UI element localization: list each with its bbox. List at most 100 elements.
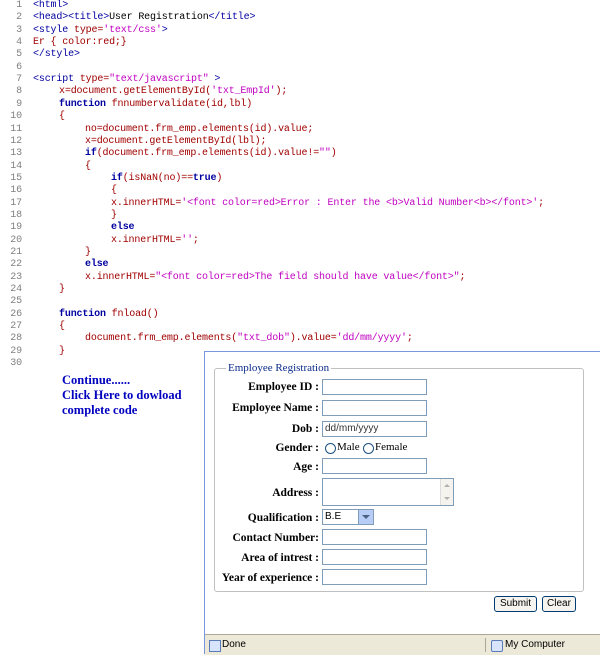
address-label: Address : bbox=[272, 487, 319, 499]
browser-window: Employee Registration Employee ID : Empl… bbox=[204, 351, 600, 655]
employee-id-input[interactable] bbox=[322, 379, 427, 395]
line-number: 27 bbox=[10, 321, 22, 333]
line-number: 4 bbox=[16, 37, 22, 49]
employee-name-label: Employee Name : bbox=[232, 402, 319, 414]
area-label: Area of intrest : bbox=[241, 552, 319, 564]
line-text: x.innerHTML=''; bbox=[111, 235, 199, 247]
area-input[interactable] bbox=[322, 549, 427, 565]
code-line: 5 </style> bbox=[0, 49, 600, 61]
code-token: "txt_dob" bbox=[237, 333, 290, 345]
code-line: 7 <script type="text/javascript" > bbox=[0, 74, 600, 86]
code-token: > bbox=[161, 24, 168, 36]
code-token: x=document.getElementById(lbl); bbox=[85, 135, 267, 147]
line-number: 25 bbox=[10, 296, 22, 308]
code-token: <html> bbox=[33, 0, 69, 11]
code-token: '' bbox=[181, 234, 193, 246]
code-token: ; bbox=[459, 271, 466, 283]
code-token: 'text/css' bbox=[103, 24, 162, 36]
code-line: 13 if(document.frm_emp.elements(id).value… bbox=[0, 148, 600, 160]
code-line: 11 no=document.frm_emp.elements(id).value… bbox=[0, 124, 600, 136]
chevron-down-icon[interactable] bbox=[358, 510, 373, 524]
code-token: (document.frm_emp.elements(id).value!= bbox=[96, 148, 320, 160]
line-text: no=document.frm_emp.elements(id).value; bbox=[85, 124, 313, 136]
code-token: } bbox=[59, 284, 65, 296]
complete-code-text[interactable]: complete code bbox=[62, 403, 212, 418]
line-number: 17 bbox=[10, 197, 22, 209]
code-token: > bbox=[208, 74, 221, 86]
line-number: 22 bbox=[10, 259, 22, 271]
gender-female-radio[interactable] bbox=[363, 443, 374, 454]
line-text: } bbox=[59, 284, 65, 296]
code-token: <head><title> bbox=[33, 12, 110, 24]
dob-input[interactable]: dd/mm/yyyy bbox=[322, 421, 427, 437]
address-textarea[interactable] bbox=[322, 478, 454, 506]
code-line: 28 document.frm_emp.elements("txt_dob").v… bbox=[0, 333, 600, 345]
code-token: (isNaN(no)== bbox=[122, 172, 193, 184]
line-number: 29 bbox=[10, 345, 22, 357]
experience-input[interactable] bbox=[322, 569, 427, 585]
line-number: 26 bbox=[10, 308, 22, 320]
code-token: function bbox=[59, 308, 106, 320]
line-number: 19 bbox=[10, 222, 22, 234]
code-line: 23 x.innerHTML="<font color=red>The field… bbox=[0, 272, 600, 284]
employee-name-input[interactable] bbox=[322, 400, 427, 416]
code-token: fnload() bbox=[105, 308, 159, 320]
line-text: Er { color:red;} bbox=[33, 37, 127, 49]
code-line: 18} bbox=[0, 210, 600, 222]
fieldset-legend: Employee Registration bbox=[226, 362, 332, 374]
qualification-select[interactable]: B.E bbox=[322, 509, 374, 525]
code-token: <style bbox=[33, 24, 74, 36]
line-number: 8 bbox=[16, 86, 22, 98]
zone-text: My Computer bbox=[505, 639, 566, 650]
line-number: 2 bbox=[16, 12, 22, 24]
code-token: "" bbox=[319, 148, 331, 160]
line-number: 7 bbox=[16, 74, 22, 86]
line-text: x=document.getElementById('txt_EmpId'); bbox=[59, 86, 287, 98]
age-input[interactable] bbox=[322, 458, 427, 474]
line-number: 13 bbox=[10, 148, 22, 160]
address-scrollbar[interactable] bbox=[440, 479, 453, 505]
code-token: } bbox=[59, 345, 65, 357]
code-token: document.frm_emp.elements( bbox=[85, 333, 238, 345]
code-line: 12 x=document.getElementById(lbl); bbox=[0, 136, 600, 148]
clear-button[interactable]: Clear bbox=[542, 596, 576, 612]
code-line: 20 x.innerHTML=''; bbox=[0, 235, 600, 247]
code-line: 10 { bbox=[0, 111, 600, 123]
code-line: 14 { bbox=[0, 161, 600, 173]
code-line: 1 <html> bbox=[0, 0, 600, 12]
code-token: fnnumbervalidate(id,lbl) bbox=[105, 98, 253, 110]
code-token: 'dd/mm/yyyy' bbox=[336, 333, 407, 345]
code-token: Er { color:red;} bbox=[33, 37, 127, 49]
gender-male-radio[interactable] bbox=[325, 443, 336, 454]
download-text[interactable]: Click Here to dowload bbox=[62, 388, 212, 403]
code-token: '<font color=red>Error : Enter the <b>Va… bbox=[181, 197, 539, 209]
line-text: else bbox=[111, 222, 135, 234]
code-token: ); bbox=[275, 86, 288, 98]
continue-text[interactable]: Continue...... bbox=[62, 373, 212, 388]
line-text: document.frm_emp.elements("txt_dob").val… bbox=[85, 333, 413, 345]
code-token: type= bbox=[73, 24, 104, 36]
line-text: function fnnumbervalidate(id,lbl) bbox=[59, 99, 252, 111]
submit-button[interactable]: Submit bbox=[494, 596, 537, 612]
code-line: 8 x=document.getElementById('txt_EmpId'); bbox=[0, 86, 600, 98]
line-text: if(document.frm_emp.elements(id).value!=… bbox=[85, 148, 337, 160]
code-token: no=document.frm_emp.elements(id).value; bbox=[85, 123, 314, 135]
line-number: 12 bbox=[10, 135, 22, 147]
code-token: User Registration bbox=[109, 12, 209, 24]
line-number: 23 bbox=[10, 271, 22, 283]
line-number: 5 bbox=[16, 49, 22, 61]
code-token: ; bbox=[192, 234, 199, 246]
code-token: "text/javascript" bbox=[109, 74, 209, 86]
code-token: ).value= bbox=[289, 333, 337, 345]
line-text: else bbox=[85, 259, 109, 271]
download-link[interactable]: Continue...... Click Here to dowload com… bbox=[62, 373, 212, 418]
contact-input[interactable] bbox=[322, 529, 427, 545]
line-text: } bbox=[85, 247, 91, 259]
code-token: x.innerHTML= bbox=[111, 197, 182, 209]
code-line: 27 { bbox=[0, 321, 600, 333]
gender-label: Gender : bbox=[275, 442, 319, 454]
code-line: 22 else bbox=[0, 259, 600, 271]
line-text: x.innerHTML="<font color=red>The field s… bbox=[85, 272, 465, 284]
dob-label: Dob : bbox=[291, 423, 319, 435]
line-text: x.innerHTML='<font color=red>Error : Ent… bbox=[111, 198, 544, 210]
